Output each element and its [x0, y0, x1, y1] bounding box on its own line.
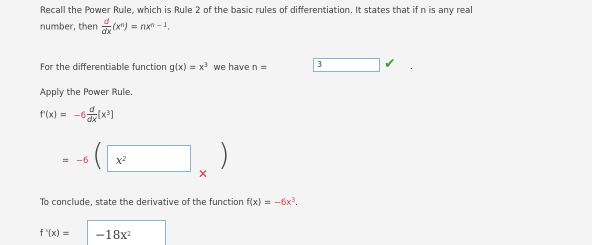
step1-exponent: 3 [106, 109, 111, 117]
power-expr: (x [112, 22, 121, 33]
question-exponent: 3 [204, 62, 208, 69]
result-exponent: n − 1 [150, 21, 168, 29]
step2-equals: = [62, 156, 70, 166]
question-label-2: we have n = [213, 63, 268, 73]
power-result: ) = nx [124, 22, 151, 33]
conclude-exponent: 3 [291, 197, 296, 204]
intro-line1: Recall the Power Rule, which is Rule 2 o… [40, 6, 473, 16]
step1-derivative-operator: d dx [87, 106, 97, 124]
step2-answer-field[interactable]: x2 [107, 145, 191, 172]
step2-prefix: = −6 [62, 156, 88, 166]
step2-answer-exponent: 2 [122, 156, 127, 163]
d-numerator: d [103, 17, 110, 26]
derivative-operator: d dx [101, 17, 112, 36]
apply-text: Apply the Power Rule. [40, 88, 133, 98]
step1: f'(x) = −6 d dx [x3] [40, 106, 113, 124]
step1-coefficient: −6 [73, 110, 87, 121]
n-answer-field[interactable]: 3 [313, 58, 380, 72]
incorrect-x-icon: ✕ [198, 167, 209, 181]
n-answer-value: 3 [317, 60, 323, 69]
question-dot: . [410, 62, 413, 72]
power-rule-statement: number, then d dx (xn) = nxn − 1. [40, 18, 170, 36]
conclude-label: To conclude, state the derivative of the… [40, 198, 272, 208]
conclude-text: To conclude, state the derivative of the… [40, 197, 298, 208]
final-lhs: f '(x) = [40, 229, 70, 239]
final-answer-exponent: 2 [127, 231, 131, 238]
final-answer-base: −18x [95, 228, 128, 242]
correct-check-icon: ✔ [384, 56, 396, 72]
close-paren: ) [218, 138, 230, 173]
dx-denominator: dx [101, 26, 112, 36]
intro-period: . [167, 22, 171, 33]
step1-dx: dx [87, 114, 97, 124]
conclude-expr: −6x [273, 198, 292, 208]
step2-answer-value: x2 [116, 154, 126, 167]
step2-coefficient: −6 [75, 156, 89, 166]
step1-d: d [89, 105, 95, 114]
final-answer-value: −18x2 [95, 228, 131, 242]
step1-lhs: f'(x) = [40, 110, 67, 121]
step1-close: ] [110, 110, 114, 121]
question-label: For the differentiable function g(x) = x [40, 63, 205, 73]
question-text: For the differentiable function g(x) = x… [40, 62, 268, 73]
final-answer-field[interactable]: −18x2 [87, 220, 166, 245]
intro-prefix: number, then [40, 22, 98, 33]
open-paren: ( [92, 138, 104, 173]
conclude-period: . [295, 198, 298, 208]
step1-expr: [x [97, 110, 107, 121]
power-exponent: n [120, 21, 125, 29]
